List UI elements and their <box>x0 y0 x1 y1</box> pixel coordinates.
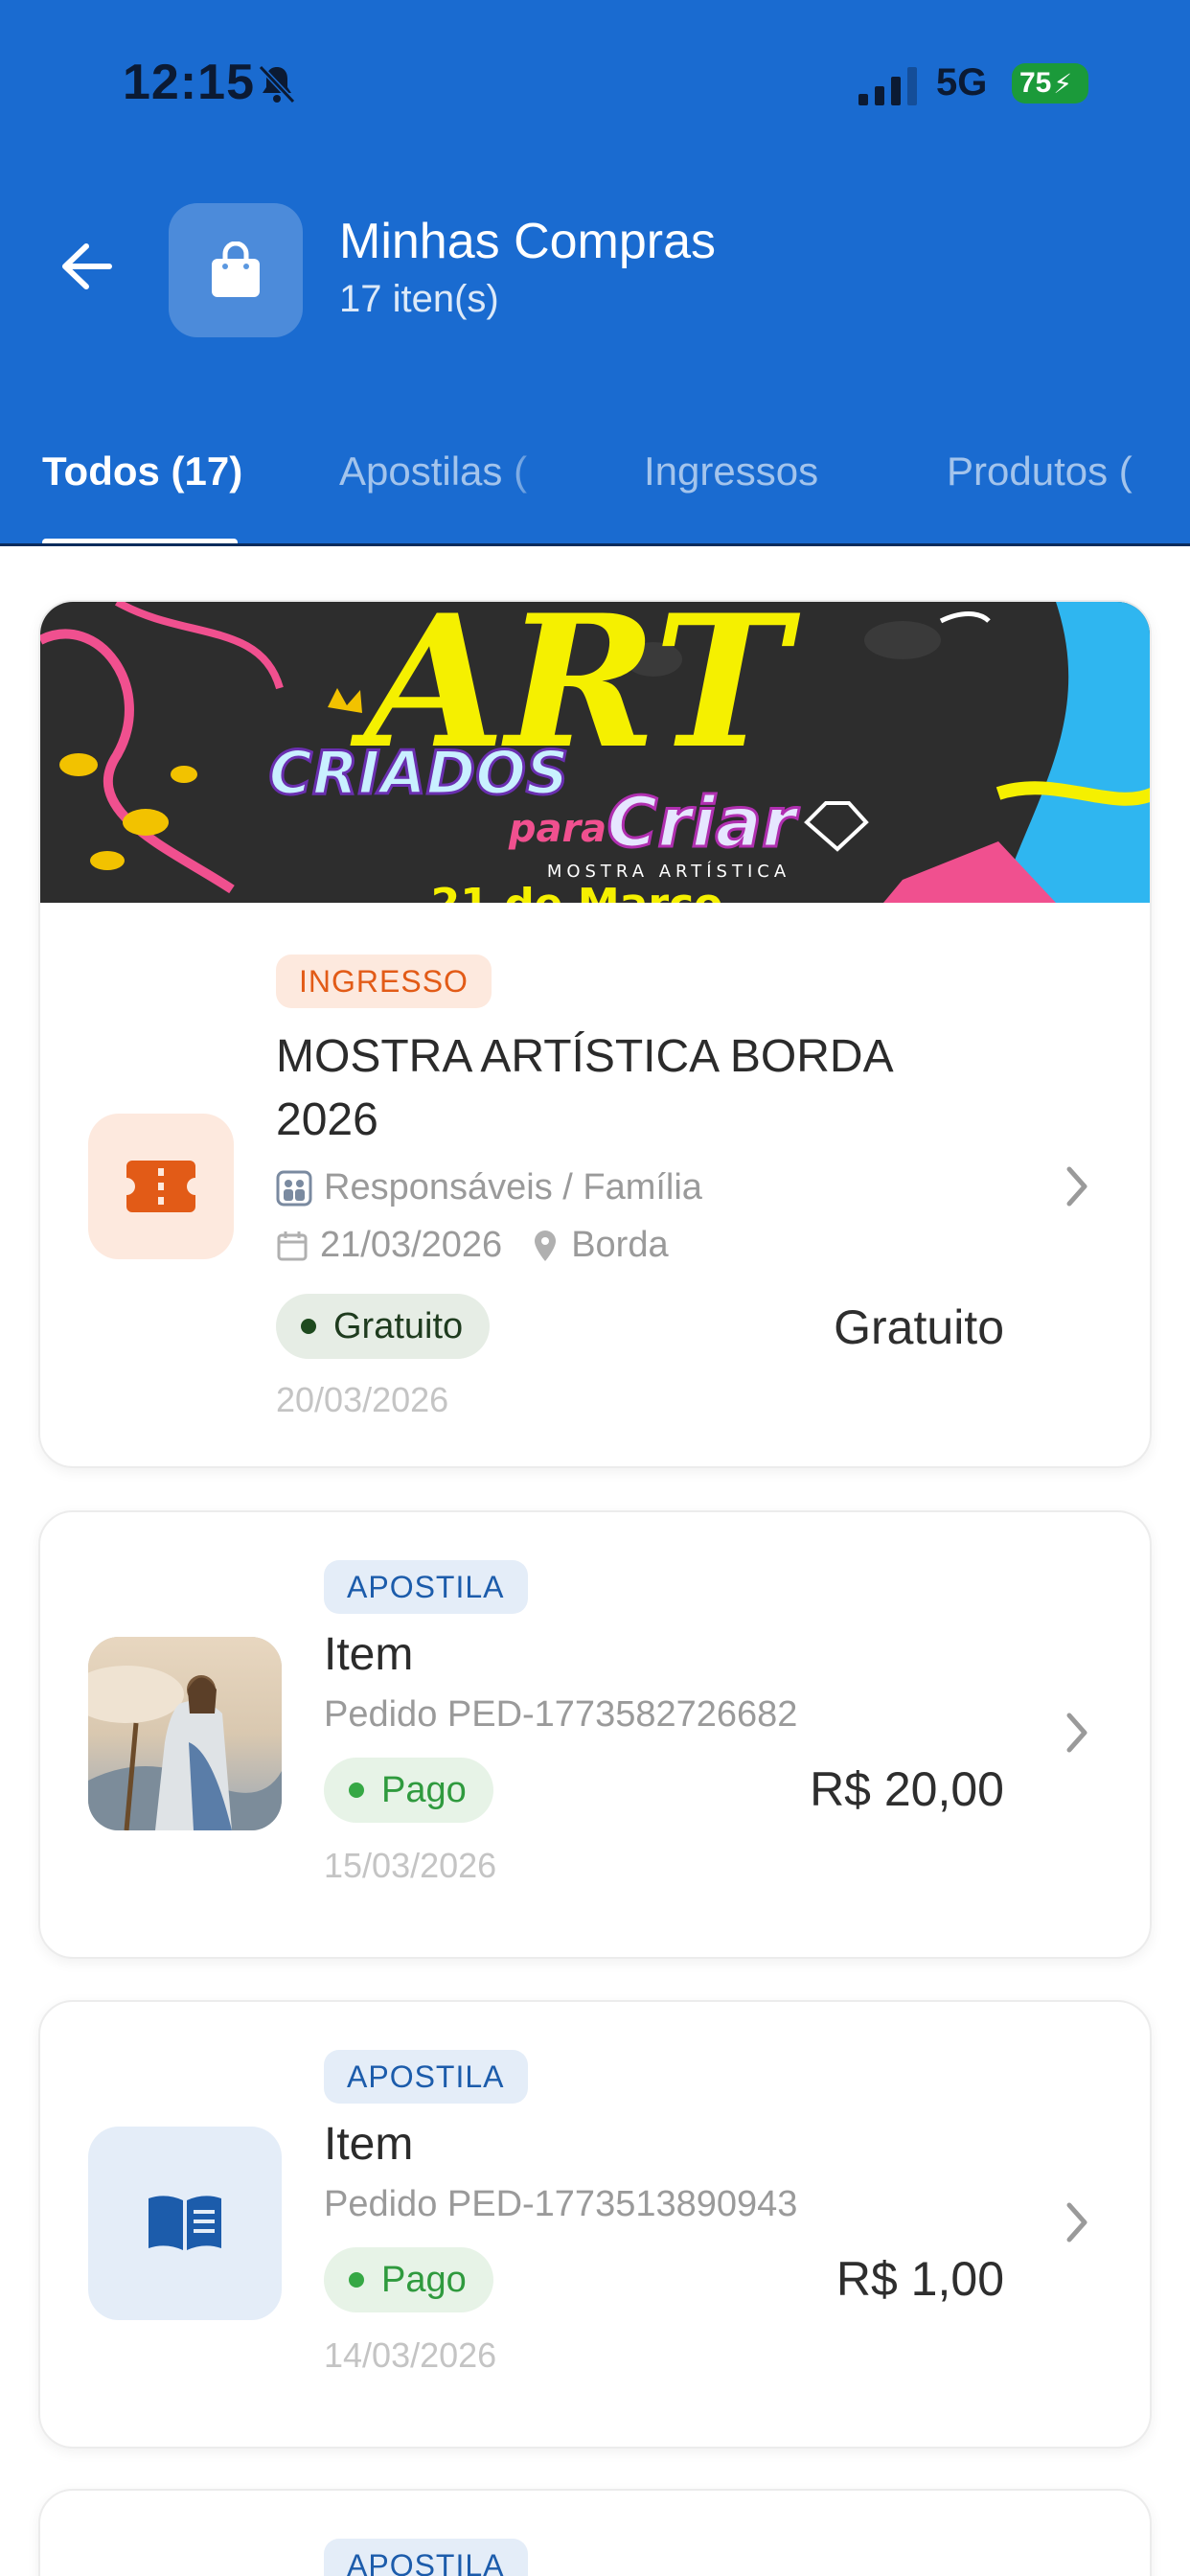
price-text: R$ 20,00 <box>810 1762 1004 1816</box>
event-location: Borda <box>571 1225 669 1265</box>
order-number: Pedido PED-1773513890943 <box>324 2184 798 2224</box>
jesus-painting-thumbnail <box>88 1637 282 1830</box>
tab-todos[interactable]: Todos (17) <box>42 448 242 494</box>
charging-bolt-icon: ⚡ <box>1053 68 1073 99</box>
status-bar: 12:15 5G 75 ⚡ <box>0 0 1190 163</box>
order-number: Pedido PED-1773582726682 <box>324 1694 798 1735</box>
cellular-signal-icon <box>858 67 917 105</box>
item-thumbnail <box>88 1637 282 1830</box>
tab-apostilas[interactable]: Apostilas ( <box>339 448 527 494</box>
event-date: 21/03/2026 <box>320 1225 503 1265</box>
shopping-bag-icon <box>212 242 260 297</box>
app-header: 12:15 5G 75 ⚡ Minhas Compras 17 iten(s) <box>0 0 1190 401</box>
price-text: R$ 1,00 <box>835 2252 1004 2306</box>
items-count: 17 iten(s) <box>339 278 499 320</box>
status-text: Pago <box>381 1769 467 1810</box>
price-text: Gratuito <box>834 1300 1004 1354</box>
ticket-icon <box>126 1161 195 1212</box>
battery-level: 75 <box>1019 67 1052 99</box>
type-chip: APOSTILA <box>324 1560 528 1614</box>
chevron-right-icon <box>1066 1166 1087 1207</box>
purchase-date: 14/03/2026 <box>324 2335 497 2375</box>
page-title: Minhas Compras <box>339 214 717 269</box>
ticket-thumb <box>88 1114 234 1259</box>
banner-criar-text: Criar <box>606 782 800 862</box>
family-icon <box>276 1170 312 1206</box>
purchase-date: 15/03/2026 <box>324 1846 497 1885</box>
status-time: 12:15 <box>123 55 255 110</box>
type-chip: INGRESSO <box>276 954 492 1008</box>
arrow-left-icon <box>62 243 112 289</box>
tab-fade <box>508 439 546 506</box>
battery-indicator: 75 ⚡ <box>1012 63 1088 104</box>
event-banner-image: ART CRIADOS para Criar MOSTRA ARTÍSTICA … <box>40 602 1150 903</box>
network-type: 5G <box>936 61 988 104</box>
purchases-screen: 12:15 5G 75 ⚡ Minhas Compras 17 iten(s) … <box>0 0 1190 2576</box>
purchase-card-ticket[interactable]: ART CRIADOS para Criar MOSTRA ARTÍSTICA … <box>38 600 1152 1468</box>
status-text: Gratuito <box>333 1305 464 1346</box>
purchase-card-apostila[interactable]: APOSTILA Item Pedido PED-1773513890943 P… <box>38 2000 1152 2449</box>
event-title-line2: 2026 <box>276 1094 378 1145</box>
status-dot <box>301 1319 316 1334</box>
category-tabs: Todos (17) Apostilas ( Ingressos Produto… <box>0 401 1190 546</box>
book-icon <box>149 2196 221 2250</box>
status-dot <box>349 1782 364 1798</box>
shopping-bag-badge <box>169 203 303 337</box>
item-title: Item <box>324 2119 414 2170</box>
item-title: Item <box>324 1629 414 1680</box>
status-pill: Pago <box>324 2247 493 2312</box>
event-date-row: 21/03/2026 Borda <box>276 1225 669 1266</box>
chevron-right-icon <box>1066 1713 1087 1753</box>
location-pin-icon <box>535 1230 557 1261</box>
chevron-right-icon <box>1066 2202 1087 2242</box>
type-chip: APOSTILA <box>324 2050 528 2104</box>
event-title-line1: MOSTRA ARTÍSTICA BORDA <box>276 1031 894 1082</box>
banner-para-text: para <box>508 807 606 851</box>
bell-muted-icon <box>258 64 296 104</box>
tab-fade <box>1150 439 1188 506</box>
active-tab-indicator <box>42 539 238 543</box>
audience-row: Responsáveis / Família <box>276 1167 702 1208</box>
banner-criados-text: CRIADOS <box>268 738 568 808</box>
status-pill: Gratuito <box>276 1294 491 1359</box>
purchase-card-apostila[interactable]: APOSTILA <box>38 2489 1152 2576</box>
purchase-date: 20/03/2026 <box>276 1380 449 1419</box>
type-chip: APOSTILA <box>324 2539 528 2576</box>
status-dot <box>349 2272 364 2288</box>
banner-caption: MOSTRA ARTÍSTICA <box>547 861 790 882</box>
audience-text: Responsáveis / Família <box>324 1167 702 1208</box>
tab-ingressos[interactable]: Ingressos <box>644 448 818 494</box>
purchase-card-apostila[interactable]: APOSTILA Item Pedido PED-1773582726682 P… <box>38 1510 1152 1959</box>
tab-produtos[interactable]: Produtos ( <box>947 448 1133 494</box>
status-text: Pago <box>381 2259 467 2300</box>
calendar-icon <box>277 1230 308 1260</box>
item-thumbnail <box>88 2127 282 2320</box>
status-pill: Pago <box>324 1758 493 1823</box>
back-button[interactable] <box>50 230 123 303</box>
banner-date-fragment: 21 de Março <box>431 880 723 903</box>
